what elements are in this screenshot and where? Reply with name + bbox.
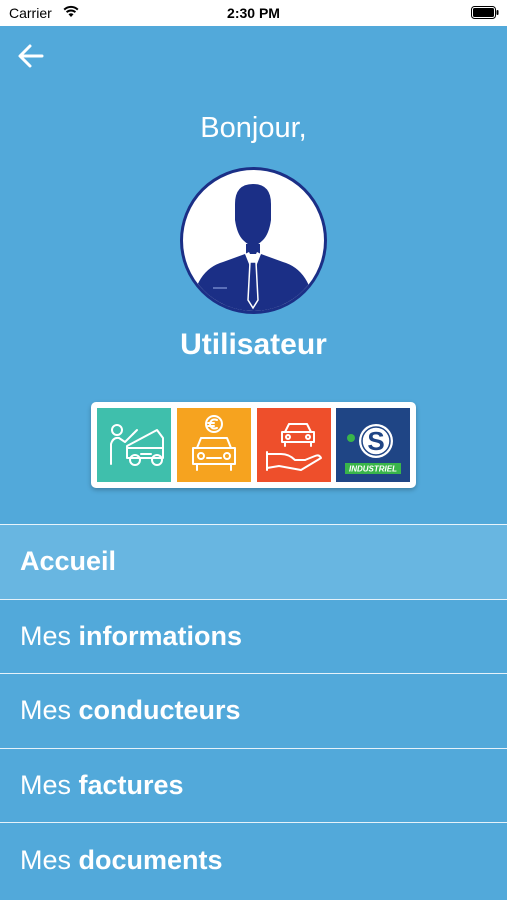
back-button[interactable] [16,42,46,70]
menu-item-accueil[interactable]: Accueil [0,524,507,599]
menu-item-label: documents [78,844,223,875]
menu-item-label: informations [78,620,243,651]
menu-item-label: conducteurs [78,695,241,726]
menu-item-informations[interactable]: Mes informations [0,598,507,674]
brand-logo-strip: S INDUSTRIEL [91,402,416,488]
battery-icon [471,6,499,19]
car-euro-icon [192,415,236,471]
brand-mechanic[interactable] [97,408,171,482]
brand-speedy-industriel[interactable]: S INDUSTRIEL [336,408,410,482]
mechanic-car-icon [110,424,164,466]
menu-item-prefix: Mes [20,844,79,875]
greeting-text: Bonjour, [200,112,307,144]
menu-item-factures[interactable]: Mes factures [0,747,507,823]
clock: 2:30 PM [227,5,280,21]
menu-item-documents[interactable]: Mes documents [0,822,507,897]
menu-item-conducteurs[interactable]: Mes conducteurs [0,673,507,748]
user-silhouette-icon [191,184,315,311]
hand-car-icon [266,423,322,471]
navigation-menu: Accueil Mes informations Mes conducteurs… [0,524,507,897]
menu-item-prefix: Mes [20,770,79,801]
brand-car-finance[interactable] [177,408,251,482]
menu-item-prefix: Mes [20,620,79,651]
brand-car-hand[interactable] [257,408,331,482]
avatar [180,167,327,314]
menu-item-label: Accueil [20,546,117,577]
user-name: Utilisateur [180,328,327,361]
status-bar: Carrier 2:30 PM [0,0,507,26]
svg-text:S: S [367,426,384,456]
menu-item-prefix: Mes [20,695,79,726]
menu-item-label: factures [78,770,184,801]
industriel-label: INDUSTRIEL [349,465,397,474]
arrow-left-icon [18,44,44,68]
speedy-industriel-logo: S INDUSTRIEL [345,424,401,474]
